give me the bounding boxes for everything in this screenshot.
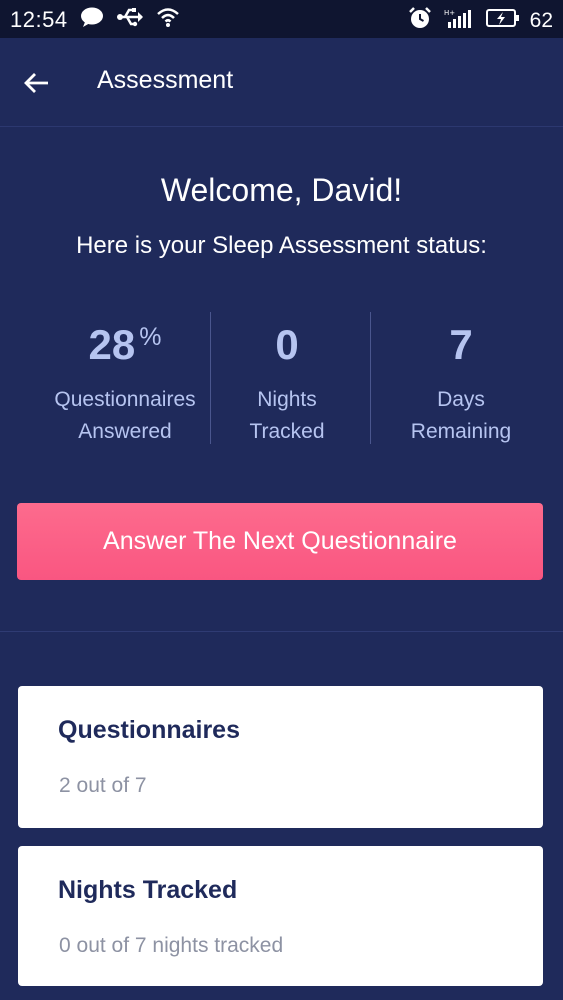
usb-icon (116, 6, 144, 34)
chat-icon (80, 6, 104, 34)
back-arrow-icon (22, 73, 52, 102)
status-left: 12:54 (10, 6, 180, 34)
answer-next-questionnaire-button[interactable]: Answer The Next Questionnaire (17, 503, 543, 580)
battery-icon (485, 8, 520, 34)
questionnaires-card[interactable]: Questionnaires 2 out of 7 (18, 686, 543, 828)
svg-text:H+: H+ (444, 9, 455, 17)
welcome-subtitle: Here is your Sleep Assessment status: (76, 232, 487, 259)
card-subtitle: 0 out of 7 nights tracked (59, 934, 284, 957)
stat-number: 28 (88, 321, 136, 368)
stat-value: 0 (275, 321, 299, 368)
status-right: H+ 62 (396, 6, 553, 36)
alarm-icon (408, 6, 432, 36)
wifi-icon (156, 6, 180, 34)
card-subtitle: 2 out of 7 (59, 774, 147, 797)
stat-label: Days Remaining (376, 384, 546, 448)
card-title: Questionnaires (58, 716, 240, 744)
card-title: Nights Tracked (58, 876, 238, 904)
nights-tracked-card[interactable]: Nights Tracked 0 out of 7 nights tracked (18, 846, 543, 986)
app-bar: Assessment (0, 38, 563, 127)
stat-label-line: Tracked (249, 420, 325, 443)
stat-label-line: Days (437, 388, 485, 411)
status-bar: 12:54 H+ 62 (0, 0, 563, 38)
signal-icon: H+ (444, 7, 474, 35)
assessment-stats: 28% Questionnaires Answered 0 Nights Tra… (30, 312, 530, 446)
battery-percentage: 62 (529, 9, 553, 32)
section-divider (0, 631, 563, 632)
stat-unit: % (139, 323, 162, 351)
welcome-heading: Welcome, David! (160, 172, 403, 208)
stat-divider (210, 312, 211, 444)
back-button[interactable] (22, 68, 52, 98)
stat-divider (370, 312, 371, 444)
stat-days-remaining: 7 Days Remaining (376, 312, 546, 446)
page-title: Assessment (97, 66, 234, 94)
stat-value: 7 (449, 321, 473, 368)
stat-label-line: Remaining (410, 420, 512, 443)
status-time: 12:54 (10, 7, 68, 32)
stat-nights-tracked: 0 Nights Tracked (212, 312, 362, 446)
stat-label: Nights Tracked (212, 384, 362, 448)
stat-label-line: Nights (257, 388, 317, 411)
